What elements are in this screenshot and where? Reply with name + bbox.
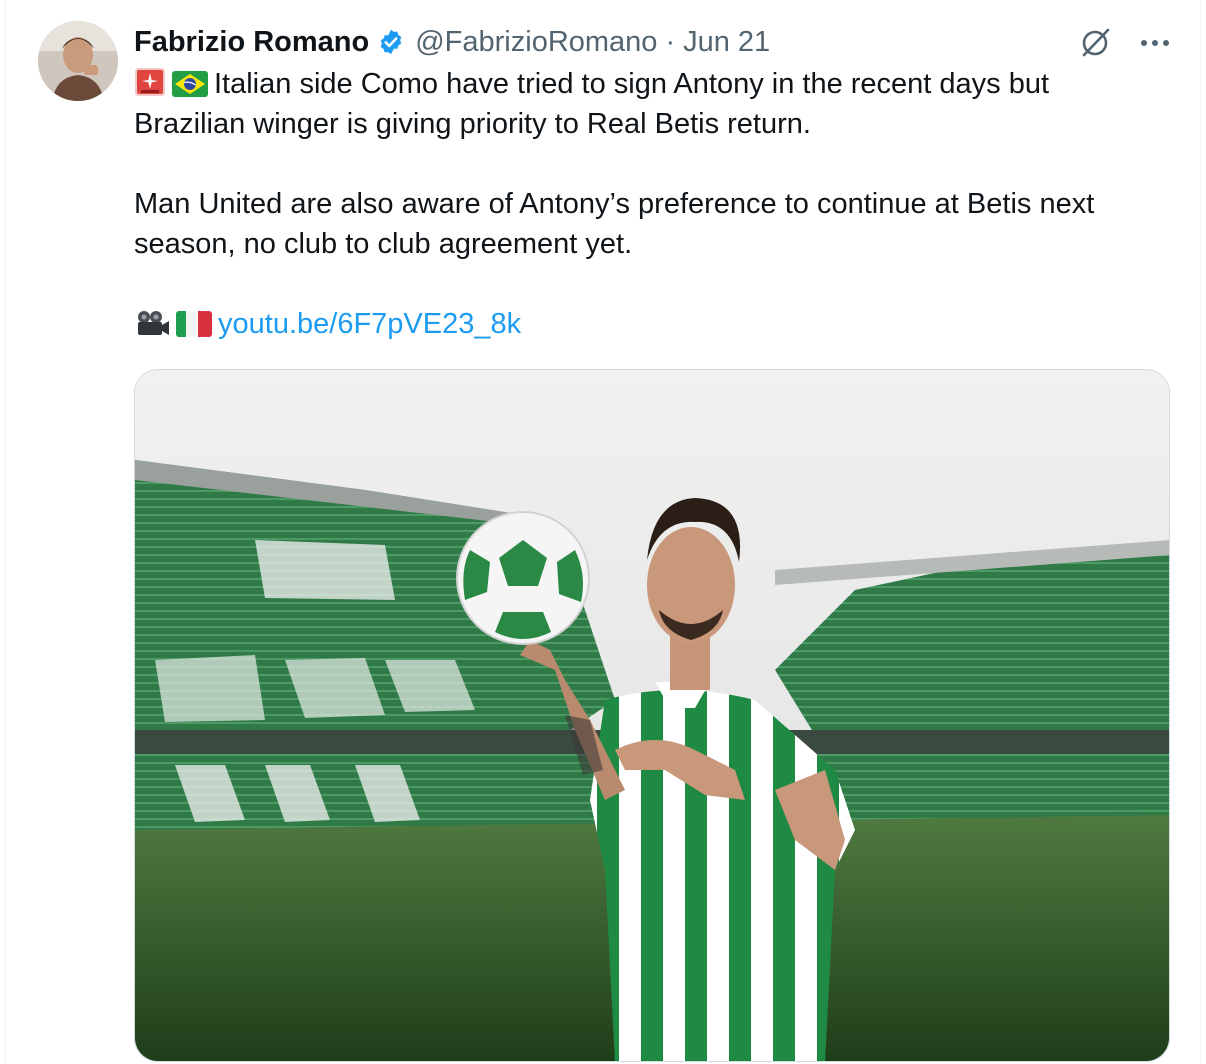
tweet-date[interactable]: Jun 21 xyxy=(683,26,770,59)
author-handle[interactable]: @FabrizioRomano xyxy=(415,26,657,59)
tweet-text: Italian side Como have tried to sign Ant… xyxy=(134,64,1184,344)
italy-flag-emoji xyxy=(176,308,212,348)
tweet-link[interactable]: youtu.be/6F7pVE23_8k xyxy=(218,308,521,340)
brazil-flag-emoji xyxy=(172,68,208,108)
tweet-line-1: Italian side Como have tried to sign Ant… xyxy=(134,64,1184,104)
avatar[interactable] xyxy=(38,21,118,101)
verified-badge-icon xyxy=(377,28,405,56)
tweet-header: Fabrizio Romano @FabrizioRomano · Jun 21 xyxy=(134,22,770,62)
more-icon[interactable] xyxy=(1138,28,1172,58)
grok-icon[interactable] xyxy=(1080,26,1112,58)
author-name[interactable]: Fabrizio Romano xyxy=(134,26,369,59)
tweet-line-4: season, no club to club agreement yet. xyxy=(134,228,633,260)
siren-emoji xyxy=(134,67,166,108)
tweet-link-line: youtu.be/6F7pVE23_8k xyxy=(134,304,1184,344)
tweet-line-3: Man United are also aware of Antony’s pr… xyxy=(134,188,1095,220)
movie-camera-emoji xyxy=(134,308,170,348)
tweet-line-1-text: Italian side Como have tried to sign Ant… xyxy=(214,68,1050,100)
tweet-media-image[interactable] xyxy=(134,369,1170,1062)
tweet-line-2: Brazilian winger is giving priority to R… xyxy=(134,108,811,140)
separator-dot: · xyxy=(665,25,676,58)
